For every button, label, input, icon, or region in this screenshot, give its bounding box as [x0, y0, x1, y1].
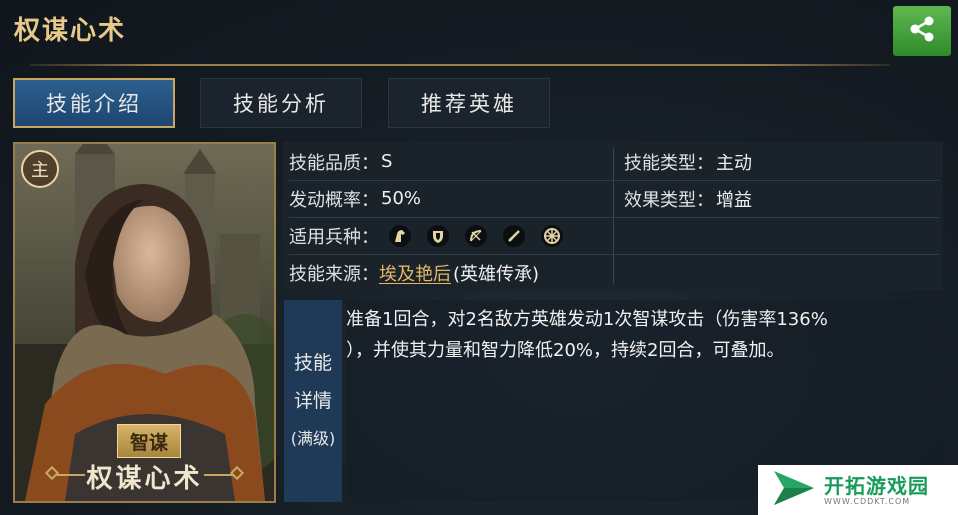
sword-icon [503, 224, 525, 247]
site-logo-icon [772, 469, 816, 511]
effect-value: 增益 [716, 189, 752, 211]
share-icon [907, 14, 937, 48]
info-row-quality: 技能品质： S 技能类型： 主动 [283, 143, 943, 180]
cavalry-icon [389, 224, 411, 247]
detail-label-max-level: (满级) [290, 429, 336, 448]
info-row-source: 技能来源： 埃及艳后 (英雄传承) [283, 254, 943, 291]
share-button[interactable] [893, 6, 951, 56]
tab-skill-intro[interactable]: 技能介绍 [13, 78, 175, 128]
detail-label: 技能 详情 (满级) [284, 300, 342, 502]
title-divider [30, 64, 890, 66]
source-suffix: (英雄传承) [453, 263, 540, 285]
source-hero-link[interactable]: 埃及艳后 [379, 260, 451, 286]
shield-icon [427, 224, 449, 247]
description-line-1: 准备1回合，对2名敌方英雄发动1次智谋攻击（伤害率136% [346, 309, 828, 330]
watermark-url: WWW.CDDKT.COM [824, 496, 911, 506]
detail-label-line2: 详情 [293, 390, 332, 412]
info-row-troops: 适用兵种： [283, 217, 943, 254]
type-label: 技能类型： [624, 152, 714, 174]
tab-skill-analysis[interactable]: 技能分析 [200, 78, 362, 128]
tab-recommended-heroes[interactable]: 推荐英雄 [388, 78, 550, 128]
skill-portrait: 主 智谋 权谋心术 [13, 142, 276, 503]
skill-info-panel: 技能品质： S 技能类型： 主动 发动概率： 50% 效果类型： 增益 适用兵种… [283, 142, 943, 290]
site-watermark: 开拓游戏园 WWW.CDDKT.COM [758, 465, 958, 515]
info-row-rate: 发动概率： 50% 效果类型： 增益 [283, 180, 943, 217]
quality-label: 技能品质： [289, 152, 379, 174]
rate-value: 50% [381, 188, 422, 209]
wheel-icon [541, 224, 563, 247]
troops-label: 适用兵种： [289, 226, 379, 248]
description-line-2: ），并使其力量和智力降低20%，持续2回合，可叠加。 [346, 340, 785, 361]
source-label: 技能来源： [289, 263, 379, 285]
page-title: 权谋心术 [14, 16, 127, 46]
role-badge: 主 [21, 150, 59, 188]
skill-type-badge: 智谋 [117, 424, 181, 458]
bow-icon [465, 224, 487, 247]
type-value: 主动 [716, 152, 752, 174]
portrait-skill-name: 权谋心术 [86, 464, 203, 494]
quality-value: S [381, 151, 393, 172]
effect-label: 效果类型： [624, 189, 714, 211]
rate-label: 发动概率： [289, 189, 379, 211]
watermark-name: 开拓游戏园 [824, 473, 929, 498]
detail-label-line1: 技能 [293, 352, 332, 374]
